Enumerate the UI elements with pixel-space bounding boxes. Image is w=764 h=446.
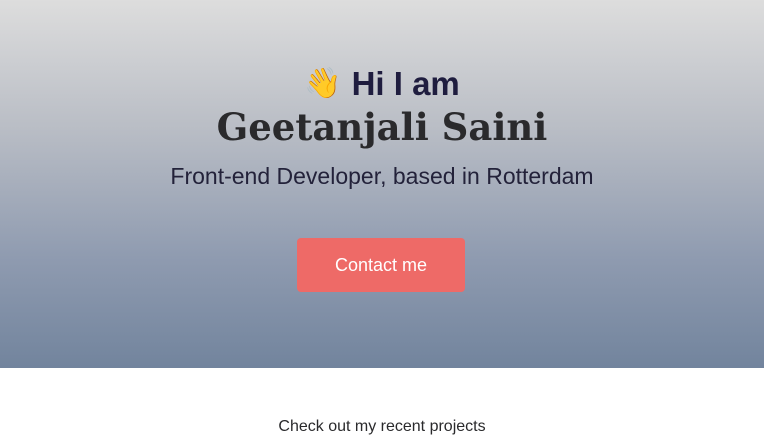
contact-me-button[interactable]: Contact me — [297, 238, 465, 292]
hero-subtitle: Front-end Developer, based in Rotterdam — [170, 163, 594, 189]
hero-name: Geetanjali Saini — [216, 105, 548, 149]
waving-hand-icon: 👋 — [304, 66, 342, 101]
greeting-text: Hi I am — [351, 65, 460, 102]
hero-section: 👋 Hi I am Geetanjali Saini Front-end Dev… — [0, 0, 764, 368]
greeting: 👋 Hi I am — [0, 64, 764, 104]
recent-projects-heading: Check out my recent projects — [278, 418, 486, 435]
